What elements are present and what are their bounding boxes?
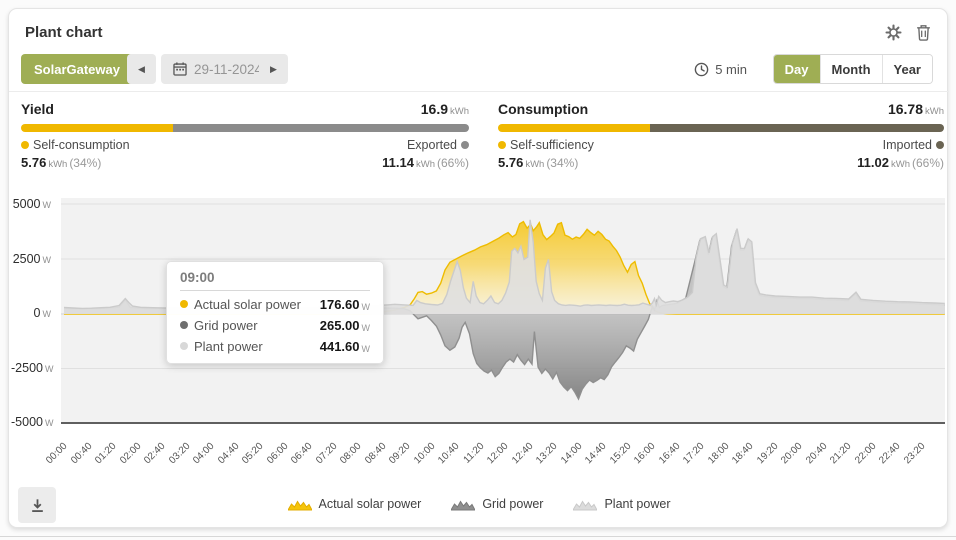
page-divider	[0, 536, 956, 537]
date-label: 29-11-2024	[194, 62, 262, 77]
tooltip-row: Grid power265.00W	[180, 318, 370, 333]
legend-item[interactable]: Actual solar power	[288, 497, 422, 511]
area-shape-icon	[573, 498, 597, 511]
self-consumption-label: Self-consumption	[21, 138, 130, 152]
series-dot-icon	[180, 342, 188, 350]
consumption-total: 16.78kWh	[888, 101, 944, 117]
yield-title: Yield	[21, 101, 54, 117]
self-sufficiency-dot-icon	[498, 141, 506, 149]
self-consumption-value: 5.76kWh(34%)	[21, 155, 101, 170]
exported-dot-icon	[461, 141, 469, 149]
imported-label: Imported	[883, 138, 944, 152]
gear-icon	[884, 23, 903, 42]
tooltip-row: Plant power441.60W	[180, 339, 370, 354]
calendar-icon	[173, 62, 187, 76]
exported-label: Exported	[407, 138, 469, 152]
y-tick-label: 5000W	[11, 197, 51, 211]
tooltip-time: 09:00	[180, 270, 370, 291]
consumption-title: Consumption	[498, 101, 588, 117]
chart-tooltip: 09:00 Actual solar power176.60W Grid powe…	[166, 261, 384, 364]
consumption-bar-imported	[650, 124, 944, 132]
y-tick-label: -2500W	[11, 361, 51, 375]
imported-dot-icon	[936, 141, 944, 149]
page-title: Plant chart	[25, 24, 103, 41]
series-dot-icon	[180, 300, 188, 308]
tab-year[interactable]: Year	[883, 55, 932, 83]
y-tick-label: -5000W	[11, 415, 51, 429]
imported-value: 11.02kWh(66%)	[857, 155, 944, 170]
trash-icon	[916, 24, 931, 41]
yield-total: 16.9kWh	[421, 101, 469, 117]
yield-bar	[21, 124, 469, 132]
chart-legend: Actual solar power Grid power Plant power	[9, 497, 949, 511]
legend-item[interactable]: Grid power	[451, 497, 543, 511]
interval-label: 5 min	[715, 62, 747, 77]
yield-bar-selfconsumption	[21, 124, 173, 132]
tooltip-row: Actual solar power176.60W	[180, 297, 370, 312]
series-dot-icon	[180, 321, 188, 329]
clock-icon	[694, 62, 709, 77]
toolbar-divider	[9, 91, 949, 92]
plant-chart-card: Plant chart SolarGateway ◀	[8, 8, 948, 528]
self-sufficiency-label: Self-sufficiency	[498, 138, 594, 152]
delete-button[interactable]	[913, 22, 933, 42]
y-tick-label: 0W	[11, 306, 51, 320]
prev-day-button[interactable]: ◀	[127, 54, 156, 84]
interval-indicator: 5 min	[694, 54, 747, 84]
tab-day[interactable]: Day	[774, 55, 821, 83]
header-actions	[883, 22, 933, 42]
gateway-button[interactable]: SolarGateway	[21, 54, 133, 84]
yield-panel: Yield 16.9kWh Self-consumption Exported …	[21, 101, 469, 170]
tab-month[interactable]: Month	[821, 55, 883, 83]
settings-button[interactable]	[883, 22, 903, 42]
date-picker-button[interactable]: 29-11-2024	[161, 54, 274, 84]
toolbar: SolarGateway ◀ 29-11-2024 ▶ 5 min Day Mo…	[19, 54, 937, 84]
next-day-button[interactable]: ▶	[259, 54, 288, 84]
consumption-panel: Consumption 16.78kWh Self-sufficiency Im…	[498, 101, 944, 170]
consumption-bar-selfsufficiency	[498, 124, 650, 132]
self-sufficiency-value: 5.76kWh(34%)	[498, 155, 578, 170]
exported-value: 11.14kWh(66%)	[382, 155, 469, 170]
yield-bar-exported	[173, 124, 469, 132]
self-consumption-dot-icon	[21, 141, 29, 149]
y-tick-label: 2500W	[11, 252, 51, 266]
view-switcher: Day Month Year	[773, 54, 933, 84]
area-shape-icon	[451, 498, 475, 511]
consumption-bar	[498, 124, 944, 132]
legend-item[interactable]: Plant power	[573, 497, 670, 511]
area-shape-icon	[288, 498, 312, 511]
